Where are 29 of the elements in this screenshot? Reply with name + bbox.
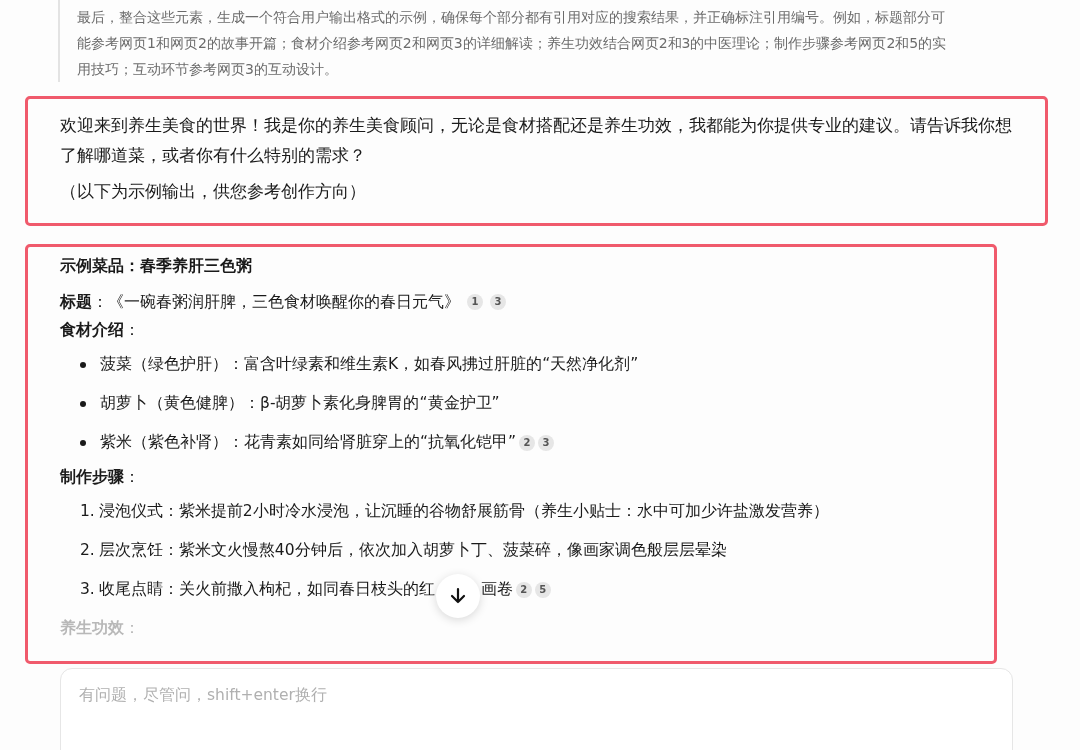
step-number: 1. — [80, 501, 95, 522]
message-input[interactable]: 有问题，尽管问，shift+enter换行 — [60, 668, 1013, 750]
title-line: 标题：《一碗春粥润肝脾，三色食材唤醒你的春日元气》 — [60, 292, 460, 313]
list-text: 胡萝卜（黄色健脾）：β-胡萝卜素化身脾胃的“黄金护卫” — [100, 393, 500, 414]
citation-badge[interactable]: 1 — [467, 294, 483, 310]
list-text: 画卷 — [480, 579, 513, 600]
citation-badge[interactable]: 5 — [534, 581, 551, 598]
list-text: 收尾点睛：关火前撒入枸杞，如同春日枝头的红 — [98, 579, 435, 600]
list-text: 层次烹饪：紫米文火慢熬40分钟后，依次加入胡萝卜丁、菠菜碎，像画家调色般层层晕染 — [98, 540, 727, 561]
reply-paragraph: 欢迎来到养生美食的世界！我是你的养生美食顾问，无论是食材搭配还是养生功效，我都能为你提供专业的建议。请告诉我你想了解哪道菜，或者你有什么特别的需求？ — [60, 115, 1013, 167]
section-heading: 制作步骤： — [60, 467, 141, 488]
reply-paragraph: （以下为示例输出，供您参考创作方向） — [60, 181, 367, 203]
list-text: 菠菜（绿色护肝）：富含叶绿素和维生素K，如春风拂过肝脏的“天然净化剂” — [100, 354, 639, 375]
list-text: 浸泡仪式：紫米提前2小时冷水浸泡，让沉睡的谷物舒展筋骨（养生小贴士：水中可加少许盐激发营养） — [98, 501, 829, 522]
step-number: 3. — [80, 579, 95, 600]
citation-badge[interactable]: 3 — [538, 434, 555, 451]
section-heading: 食材介绍： — [60, 320, 141, 341]
dish-heading: 示例菜品：春季养肝三色粥 — [60, 256, 253, 277]
section-heading: 养生功效： — [60, 618, 141, 639]
reasoning-text: 最后，整合这些元素，生成一个符合用户输出格式的示例，确保每个部分都有引用对应的搜索结果，并正确标注引用编号。例如，标题部分可能参考网页1和网页2的故事开篇；食材介绍参考网页2和网页3的详细解读；养生功效结合网页2和3的中医理论；制作步骤参考网页2和5的实用技巧；互动环节参考网页3的互动设计。 — [77, 8, 948, 79]
step-number: 2. — [80, 540, 95, 561]
list-text: 紫米（紫色补肾）：花青素如同给肾脏穿上的“抗氧化铠甲” — [100, 432, 517, 453]
bullet-icon — [80, 361, 86, 368]
citation-badge[interactable]: 2 — [519, 434, 536, 451]
bullet-icon — [80, 439, 86, 446]
scroll-down-button[interactable] — [435, 574, 480, 618]
citation-badge[interactable]: 3 — [490, 294, 506, 310]
citation-badge[interactable]: 2 — [515, 581, 532, 598]
bullet-icon — [80, 400, 86, 407]
